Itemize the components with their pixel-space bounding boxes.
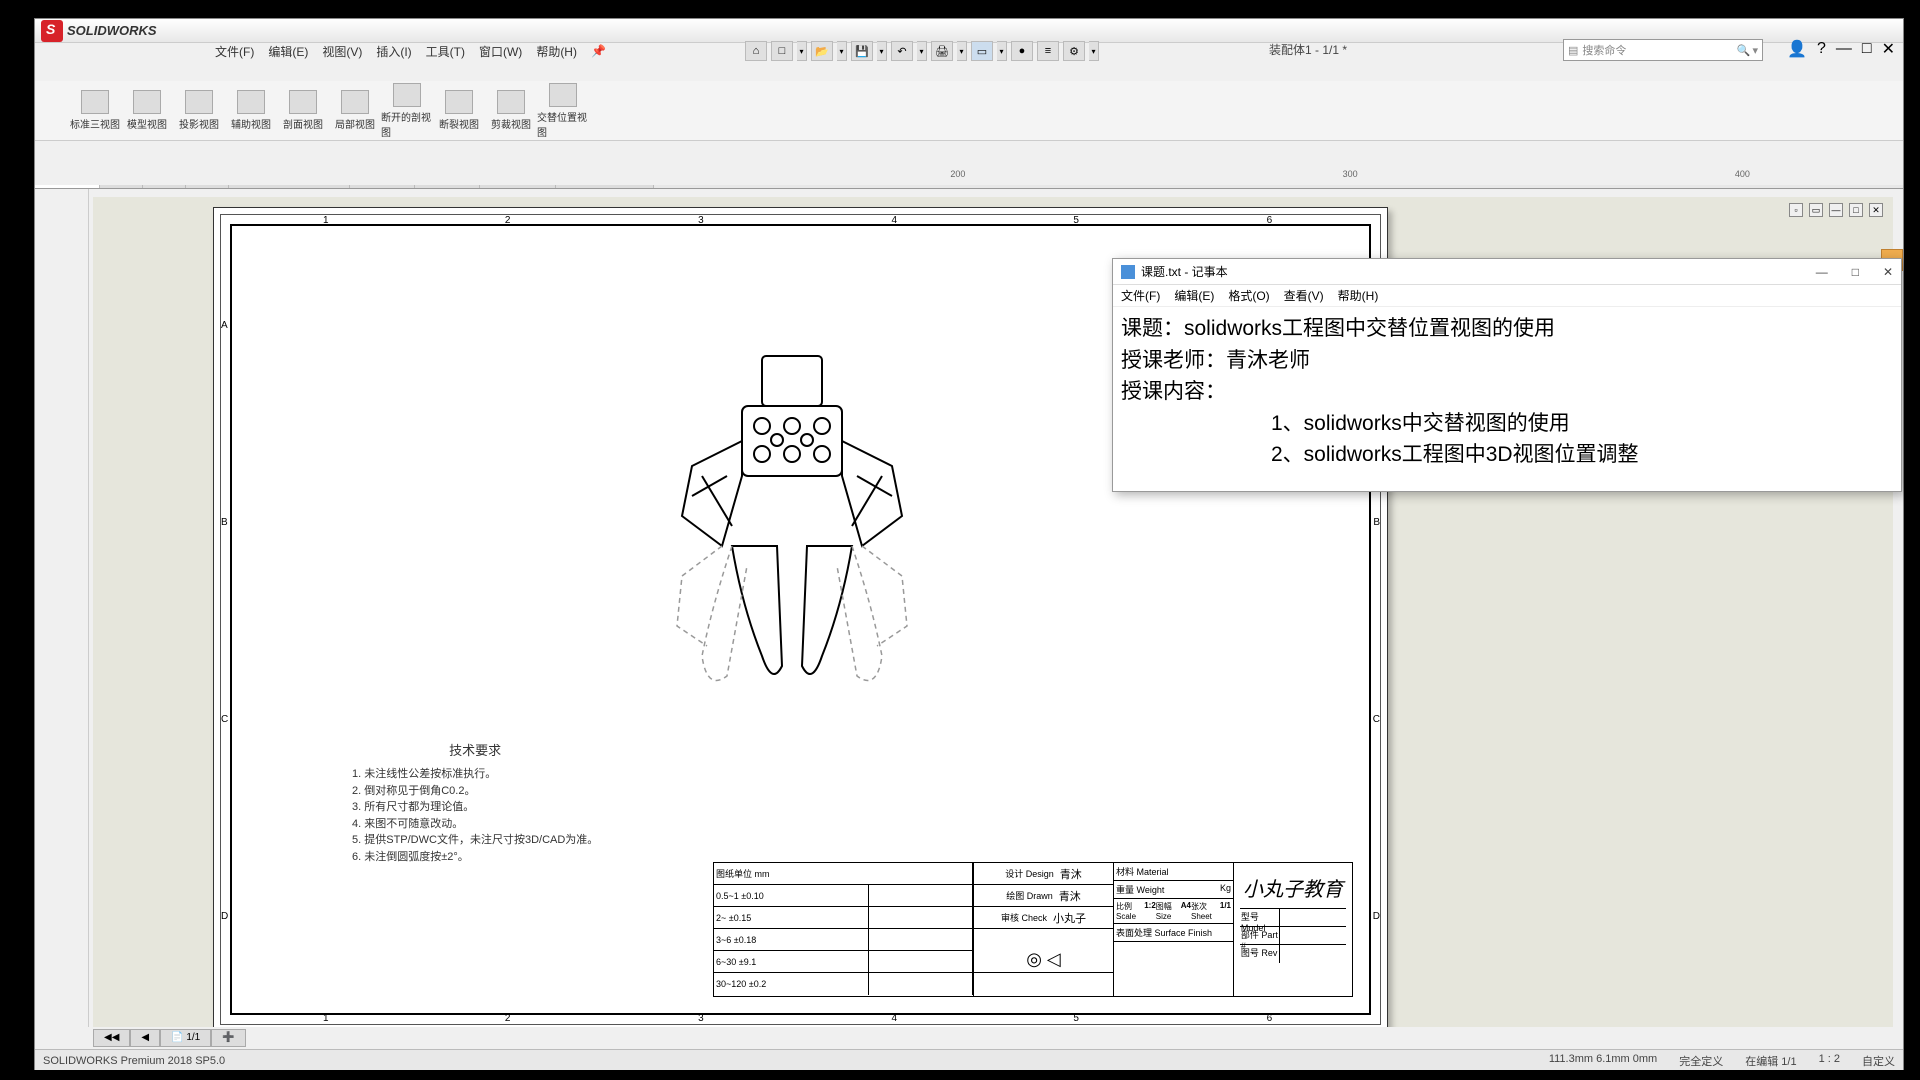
print-icon[interactable]: 🖨 [931,41,953,61]
select-icon[interactable]: ▭ [971,41,993,61]
add-sheet-icon[interactable]: ➕ [211,1029,245,1047]
ribbon-aux-view[interactable]: 辅助视图 [225,81,277,140]
save-dropdown[interactable]: ▾ [877,41,887,61]
options-icon[interactable]: ≡ [1037,41,1059,61]
np-menu-view[interactable]: 查看(V) [1284,287,1324,304]
gripper-drawing [632,346,952,706]
np-line-3: 授课内容： [1121,376,1893,408]
status-bar: SOLIDWORKS Premium 2018 SP5.0 111.3mm 6.… [35,1049,1903,1071]
notepad-title: 课题.txt - 记事本 [1141,263,1228,280]
nav-first-icon[interactable]: ◀◀ [93,1029,130,1047]
np-menu-edit[interactable]: 编辑(E) [1174,287,1214,304]
sheet-tabs-bar: ◀◀ ◀ 📄 1/1 ➕ [93,1029,246,1047]
close-button[interactable]: ✕ [1882,39,1895,59]
np-close-button[interactable]: ✕ [1883,265,1893,279]
viewport-restore-icon[interactable]: ▭ [1809,203,1823,217]
notepad-menu: 文件(F) 编辑(E) 格式(O) 查看(V) 帮助(H) [1113,285,1901,307]
np-line-2: 授课老师：青沐老师 [1121,345,1893,377]
ribbon-broken-section[interactable]: 断开的剖视图 [381,81,433,140]
open-dropdown[interactable]: ▾ [837,41,847,61]
help-button[interactable]: ? [1817,40,1826,58]
print-dropdown[interactable]: ▾ [957,41,967,61]
np-menu-format[interactable]: 格式(O) [1228,287,1269,304]
np-line-4: 1、solidworks中交替视图的使用 [1121,408,1893,440]
quick-toolbar: ⌂ □▾ 📂▾ 💾▾ ↶▾ 🖨▾ ▭▾ ● ≡ ⚙▾ [35,39,1099,63]
ribbon-standard-views[interactable]: 标准三视图 [69,81,121,140]
np-line-5: 2、solidworks工程图中3D视图位置调整 [1121,439,1893,471]
status-coords: 111.3mm 6.1mm 0mm [1549,1053,1657,1069]
company-name: 小丸子教育 [1243,873,1343,902]
search-icon[interactable]: 🔍 [1737,44,1751,57]
open-icon[interactable]: 📂 [811,41,833,61]
settings-dropdown[interactable]: ▾ [1089,41,1099,61]
ribbon-model-view[interactable]: 模型视图 [121,81,173,140]
maximize-button[interactable]: □ [1862,40,1872,58]
notepad-window: 课题.txt - 记事本 — □ ✕ 文件(F) 编辑(E) 格式(O) 查看(… [1112,258,1902,492]
viewport-full-icon[interactable]: □ [1849,203,1863,217]
status-zoom[interactable]: 1 : 2 [1819,1053,1840,1069]
new-dropdown[interactable]: ▾ [797,41,807,61]
ribbon-toolbar: 标准三视图 模型视图 投影视图 辅助视图 剖面视图 局部视图 断开的剖视图 断裂… [35,81,1903,141]
ribbon-detail-view[interactable]: 局部视图 [329,81,381,140]
new-icon[interactable]: □ [771,41,793,61]
search-placeholder: 搜索命令 [1582,42,1626,58]
minimize-button[interactable]: — [1836,40,1852,58]
horizontal-ruler: 200 300 400 [35,167,1903,185]
viewport-close-icon[interactable]: ✕ [1869,203,1883,217]
search-input[interactable]: ▤ 搜索命令 🔍 ▾ [1563,39,1763,61]
status-defined: 完全定义 [1679,1053,1723,1069]
ribbon-section-view[interactable]: 剖面视图 [277,81,329,140]
status-custom[interactable]: 自定义 [1862,1053,1895,1069]
viewport-min-icon[interactable]: ▫ [1789,203,1803,217]
solidworks-window: SOLIDWORKS 文件(F) 编辑(E) 视图(V) 插入(I) 工具(T)… [34,18,1904,1072]
select-dropdown[interactable]: ▾ [997,41,1007,61]
ribbon-crop-view[interactable]: 剪裁视图 [485,81,537,140]
settings-icon[interactable]: ⚙ [1063,41,1085,61]
ribbon-break-view[interactable]: 断裂视图 [433,81,485,140]
np-menu-help[interactable]: 帮助(H) [1338,287,1379,304]
notepad-title-bar[interactable]: 课题.txt - 记事本 — □ ✕ [1113,259,1901,285]
notepad-icon [1121,265,1135,279]
viewport-max-icon[interactable]: — [1829,203,1843,217]
window-controls: 👤 ? — □ ✕ [1787,39,1895,59]
technical-requirements: 技术要求 1. 未注线性公差按标准执行。 2. 倒对称见于倒角C0.2。 3. … [352,741,598,866]
app-logo-text: SOLIDWORKS [67,23,157,38]
np-maximize-button[interactable]: □ [1852,265,1859,279]
np-line-1: 课题：solidworks工程图中交替位置视图的使用 [1121,313,1893,345]
undo-dropdown[interactable]: ▾ [917,41,927,61]
status-version: SOLIDWORKS Premium 2018 SP5.0 [43,1055,225,1067]
np-menu-file[interactable]: 文件(F) [1121,287,1160,304]
home-icon[interactable]: ⌂ [745,41,767,61]
np-minimize-button[interactable]: — [1816,265,1828,279]
document-title: 装配体1 - 1/1 * [1269,41,1347,58]
sheet-tab-1[interactable]: 📄 1/1 [160,1029,211,1047]
save-icon[interactable]: 💾 [851,41,873,61]
ribbon-projected-view[interactable]: 投影视图 [173,81,225,140]
status-editing: 在编辑 1/1 [1745,1053,1796,1069]
user-icon[interactable]: 👤 [1787,39,1807,59]
req-title: 技术要求 [352,741,598,761]
rebuild-icon[interactable]: ● [1011,41,1033,61]
search-type-icon: ▤ [1568,44,1578,57]
vertical-ruler [69,189,89,1027]
title-block: 图纸单位 mm 0.5~1 ±0.10 2~ ±0.15 3~6 ±0.18 6… [713,862,1353,997]
ribbon-alternate-position[interactable]: 交替位置视图 [537,81,589,140]
nav-prev-icon[interactable]: ◀ [130,1029,160,1047]
undo-icon[interactable]: ↶ [891,41,913,61]
search-dropdown[interactable]: ▾ [1752,44,1758,57]
viewport-controls: ▫ ▭ — □ ✕ [1789,203,1883,217]
notepad-text-area[interactable]: 课题：solidworks工程图中交替位置视图的使用 授课老师：青沐老师 授课内… [1113,307,1901,477]
